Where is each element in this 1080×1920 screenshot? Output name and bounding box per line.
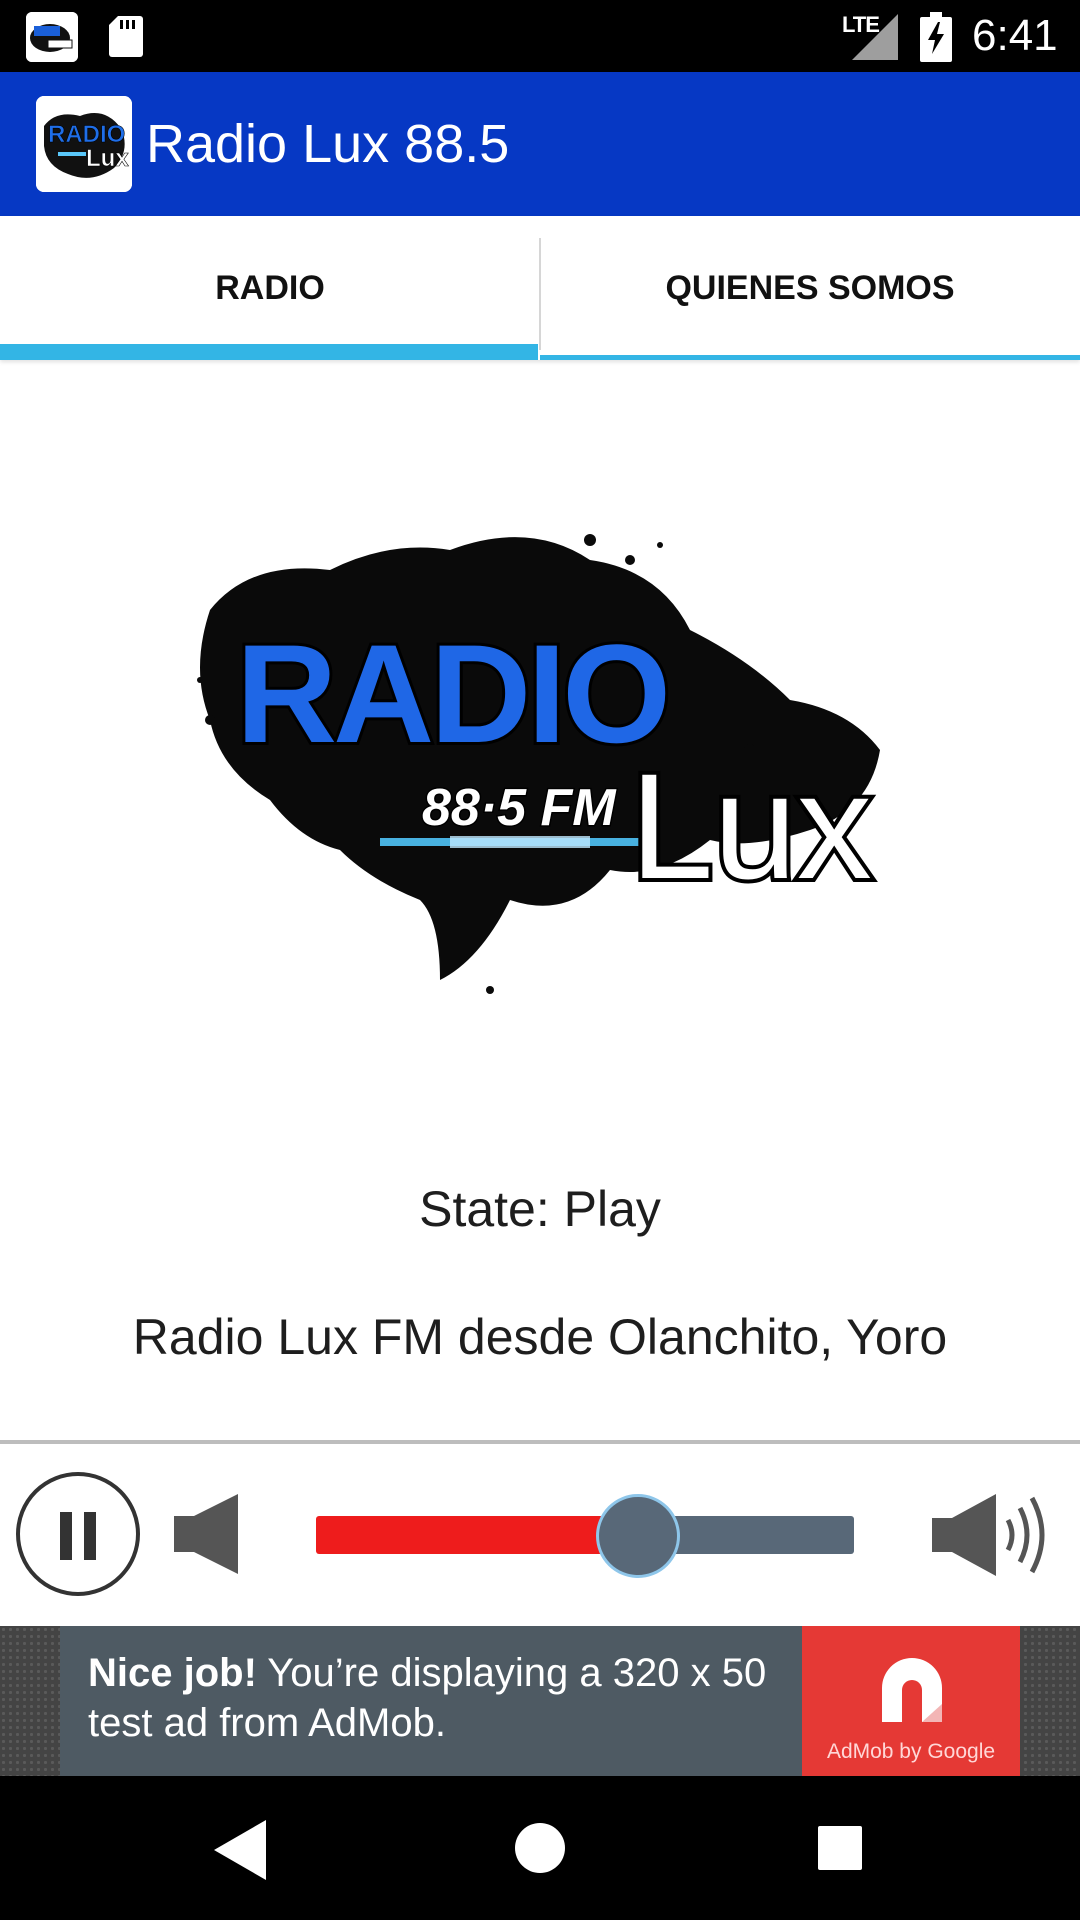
home-icon[interactable] [514,1822,566,1874]
volume-slider-thumb[interactable] [596,1494,680,1578]
volume-slider-fill[interactable] [316,1516,638,1554]
volume-low-icon [174,1494,240,1574]
radio-lux-app-icon [26,12,78,62]
ad-text: Nice job! You’re displaying a 320 x 50 t… [88,1648,788,1748]
pause-icon [84,1512,96,1560]
ad-headline: Nice job! [88,1651,257,1695]
logo-frequency: 88·5 FM [422,779,617,837]
tab-radio[interactable]: RADIO [0,216,540,360]
controls-divider [0,1440,1080,1444]
status-time: 6:41 [972,11,1058,60]
signal-icon [852,14,898,60]
ad-banner: Nice job! You’re displaying a 320 x 50 t… [0,1626,1080,1776]
app-title: Radio Lux 88.5 [146,114,510,174]
recents-icon[interactable] [818,1826,862,1870]
volume-high-icon [932,1490,1052,1580]
admob-icon [866,1642,958,1734]
admob-badge: AdMob by Google [802,1626,1020,1776]
station-description: Radio Lux FM desde Olanchito, Yoro [132,1309,948,1365]
pause-button[interactable] [16,1472,140,1596]
tab-bar: RADIO QUIENES SOMOS [0,216,1080,360]
pause-icon [60,1512,72,1560]
radio-lux-logo-icon: RADIO Lux [36,96,132,192]
navigation-bar [0,1776,1080,1920]
logo-word-radio: RADIO [236,615,667,772]
admob-caption: AdMob by Google [826,1740,996,1763]
tab-quienes-somos[interactable]: QUIENES SOMOS [540,216,1080,360]
ad-creative[interactable]: Nice job! You’re displaying a 320 x 50 t… [60,1626,1020,1776]
svg-text:Lux: Lux [86,145,129,172]
sd-card-icon [108,14,144,58]
status-bar: LTE 6:41 [0,0,1080,72]
tab-selected-indicator [0,344,538,360]
logo-word-lux: Lux [630,742,872,910]
player-state-label: State: Play [419,1181,661,1237]
station-logo: RADIO 88·5 FM Lux [190,520,890,1000]
back-icon[interactable] [212,1820,268,1880]
svg-text:RADIO: RADIO [48,121,125,148]
battery-charging-icon [920,12,952,62]
tab-underline [540,355,1080,360]
app-bar: RADIO Lux Radio Lux 88.5 [0,72,1080,216]
